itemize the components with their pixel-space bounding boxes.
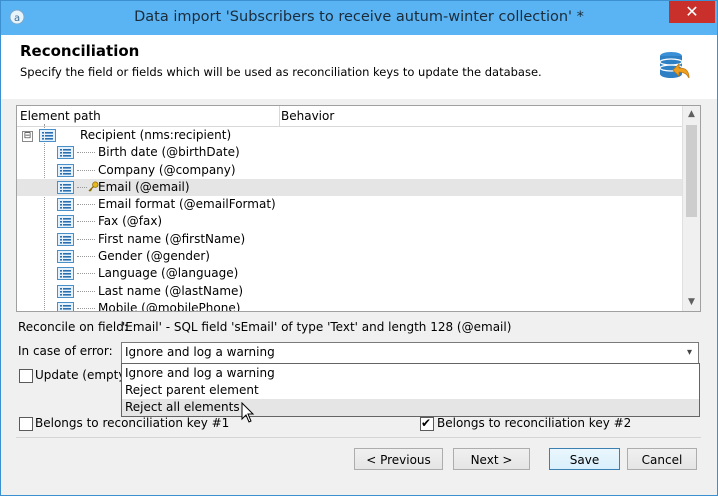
tree-row[interactable]: Email (@email) <box>17 178 683 197</box>
checkmark-icon: ✔ <box>421 416 432 430</box>
option-reject-all[interactable]: Reject all elements <box>122 399 699 416</box>
tree-row[interactable]: Birth date (@birthDate) <box>17 144 683 161</box>
next-button[interactable]: Next > <box>453 448 530 470</box>
tree-connector <box>77 169 95 171</box>
tree-root-label: Recipient (nms:recipient) <box>80 128 232 142</box>
grid-header: Element path Behavior <box>17 106 683 127</box>
schema-list-icon <box>39 129 56 142</box>
tree-row-label: Last name (@lastName) <box>98 283 244 298</box>
tree-row[interactable]: Gender (@gender) <box>17 248 683 265</box>
page-subtitle: Specify the field or fields which will b… <box>20 65 542 79</box>
tree-rows: ⊟ Recipient (nms:recipient) Birth date (… <box>17 127 683 312</box>
tree-row[interactable]: Fax (@fax) <box>17 213 683 230</box>
reconcile-value: 'Email' - SQL field 'sEmail' of type 'Te… <box>122 320 512 334</box>
field-list-icon <box>57 163 74 177</box>
tree-row[interactable]: Mobile (@mobilePhone) <box>17 300 683 312</box>
field-list-icon <box>57 198 74 212</box>
tree-row-label: Birth date (@birthDate) <box>98 145 240 160</box>
update-empty-label[interactable]: Update (empty) <box>35 368 130 382</box>
page-title: Reconciliation <box>20 42 140 60</box>
tree-connector <box>77 290 95 292</box>
column-behavior[interactable]: Behavior <box>281 109 334 123</box>
field-list-icon <box>57 146 74 160</box>
tree-connector <box>77 273 95 275</box>
tree-connector <box>77 204 95 206</box>
error-options-list[interactable]: Ignore and log a warning Reject parent e… <box>121 363 700 417</box>
tree-row[interactable]: First name (@firstName) <box>17 231 683 248</box>
tree-connector <box>77 238 95 240</box>
field-list-icon <box>57 250 74 264</box>
reconcile-field-info: Reconcile on field: 'Email' - SQL field … <box>18 320 511 334</box>
reconciliation-key2-label[interactable]: Belongs to reconciliation key #2 <box>437 416 631 430</box>
tree-row-label: Language (@language) <box>98 266 239 281</box>
tree-connector <box>77 256 95 258</box>
tree-row-label: Email (@email) <box>98 179 190 194</box>
reconciliation-key2-checkbox[interactable]: ✔ <box>420 416 434 431</box>
error-selected-value: Ignore and log a warning <box>125 345 275 359</box>
import-dialog-window: a Data import 'Subscribers to receive au… <box>0 0 718 496</box>
reconcile-label: Reconcile on field: <box>18 320 128 334</box>
tree-row-label: Fax (@fax) <box>98 214 163 229</box>
scroll-thumb[interactable] <box>686 125 697 217</box>
title-bar[interactable]: a Data import 'Subscribers to receive au… <box>1 1 717 35</box>
field-list-icon <box>57 284 74 298</box>
tree-row[interactable]: Last name (@lastName) <box>17 283 683 300</box>
element-tree-grid[interactable]: Element path Behavior ⊟ Recipient (nms:r… <box>16 105 701 312</box>
vertical-scrollbar[interactable]: ▲ ▼ <box>682 106 700 311</box>
tree-row-label: Company (@company) <box>98 162 236 177</box>
window-title: Data import 'Subscribers to receive autu… <box>134 9 584 25</box>
tree-row-label: Email format (@emailFormat) <box>98 197 276 212</box>
scroll-down-icon[interactable]: ▼ <box>683 294 700 311</box>
error-handling-select[interactable]: Ignore and log a warning ▾ <box>121 342 699 364</box>
collapse-icon[interactable]: ⊟ <box>22 131 33 142</box>
field-list-icon <box>57 267 74 281</box>
column-separator[interactable] <box>279 106 280 126</box>
option-ignore[interactable]: Ignore and log a warning <box>122 365 699 382</box>
tree-connector <box>77 152 95 154</box>
option-reject-parent[interactable]: Reject parent element <box>122 382 699 399</box>
update-empty-checkbox[interactable] <box>19 369 33 383</box>
wizard-header: Reconciliation Specify the field or fiel… <box>1 35 717 99</box>
footer-divider <box>16 437 701 438</box>
reconciliation-key1-checkbox[interactable] <box>19 417 33 431</box>
tree-row-label: Gender (@gender) <box>98 249 210 264</box>
tree-row[interactable]: Company (@company) <box>17 162 683 179</box>
tree-connector <box>77 307 95 309</box>
tree-connector <box>77 221 95 223</box>
chevron-down-icon[interactable]: ▾ <box>680 343 698 363</box>
close-button[interactable]: ✕ <box>669 1 715 23</box>
field-list-icon <box>57 301 74 311</box>
scroll-up-icon[interactable]: ▲ <box>683 106 700 123</box>
mouse-cursor-icon <box>241 402 255 423</box>
tree-connector <box>77 186 87 188</box>
tree-row-label: First name (@firstName) <box>98 231 246 246</box>
field-list-icon <box>57 215 74 229</box>
tree-row-label: Mobile (@mobilePhone) <box>98 300 241 312</box>
tree-row[interactable]: Language (@language) <box>17 265 683 282</box>
save-button[interactable]: Save <box>549 448 620 470</box>
field-list-icon <box>57 180 74 194</box>
cancel-button[interactable]: Cancel <box>627 448 697 470</box>
tree-row[interactable]: Email format (@emailFormat) <box>17 196 683 213</box>
error-label: In case of error: <box>18 344 113 358</box>
reconciliation-key1-label[interactable]: Belongs to reconciliation key #1 <box>35 416 229 430</box>
database-update-icon <box>659 52 690 79</box>
previous-button[interactable]: < Previous <box>354 448 443 470</box>
field-list-icon <box>57 232 74 246</box>
tree-root-row[interactable]: ⊟ Recipient (nms:recipient) <box>17 127 683 144</box>
column-element-path[interactable]: Element path <box>20 109 101 123</box>
